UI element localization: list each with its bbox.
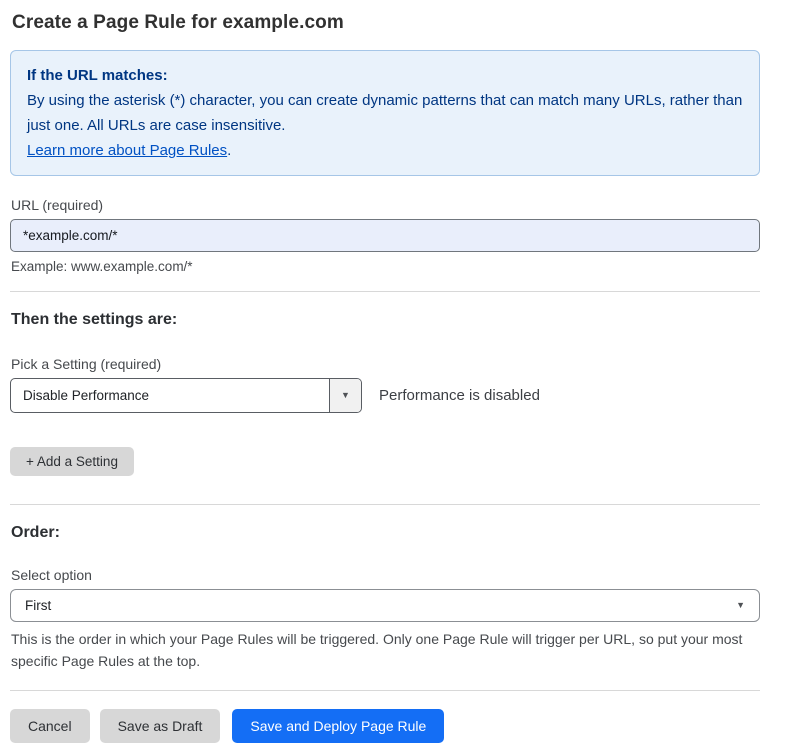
pick-setting-label: Pick a Setting (required) bbox=[11, 356, 760, 372]
info-box-heading: If the URL matches: bbox=[27, 63, 743, 88]
add-setting-button[interactable]: + Add a Setting bbox=[10, 447, 134, 476]
divider bbox=[10, 291, 760, 292]
order-section-heading: Order: bbox=[11, 524, 760, 542]
setting-row: Disable Performance ▼ Performance is dis… bbox=[10, 378, 760, 413]
order-select[interactable]: First ▼ bbox=[10, 589, 760, 622]
setting-dropdown[interactable]: Disable Performance ▼ bbox=[10, 378, 362, 413]
url-matches-info-box: If the URL matches: By using the asteris… bbox=[10, 50, 760, 176]
info-box-body: By using the asterisk (*) character, you… bbox=[27, 88, 743, 138]
learn-more-link[interactable]: Learn more about Page Rules bbox=[27, 142, 227, 159]
save-and-deploy-button[interactable]: Save and Deploy Page Rule bbox=[232, 709, 444, 743]
divider bbox=[10, 504, 760, 505]
divider bbox=[10, 690, 760, 691]
save-as-draft-button[interactable]: Save as Draft bbox=[100, 709, 221, 743]
setting-status-text: Performance is disabled bbox=[379, 387, 540, 404]
page-title: Create a Page Rule for example.com bbox=[12, 12, 760, 34]
chevron-down-icon: ▼ bbox=[736, 601, 745, 610]
footer-actions: Cancel Save as Draft Save and Deploy Pag… bbox=[10, 709, 760, 743]
setting-dropdown-arrow-button[interactable]: ▼ bbox=[329, 379, 361, 412]
order-select-value: First bbox=[25, 598, 51, 613]
url-input[interactable] bbox=[10, 219, 760, 252]
url-example-text: Example: www.example.com/* bbox=[11, 259, 760, 274]
order-select-label: Select option bbox=[11, 567, 760, 583]
settings-section-heading: Then the settings are: bbox=[11, 311, 760, 329]
chevron-down-icon: ▼ bbox=[341, 391, 350, 400]
info-box-link-line: Learn more about Page Rules. bbox=[27, 138, 743, 163]
order-help-text: This is the order in which your Page Rul… bbox=[11, 628, 760, 672]
cancel-button[interactable]: Cancel bbox=[10, 709, 90, 743]
create-page-rule-panel: Create a Page Rule for example.com If th… bbox=[10, 12, 760, 743]
setting-dropdown-value: Disable Performance bbox=[11, 379, 329, 412]
url-field-label: URL (required) bbox=[11, 197, 760, 213]
link-suffix: . bbox=[227, 142, 231, 159]
